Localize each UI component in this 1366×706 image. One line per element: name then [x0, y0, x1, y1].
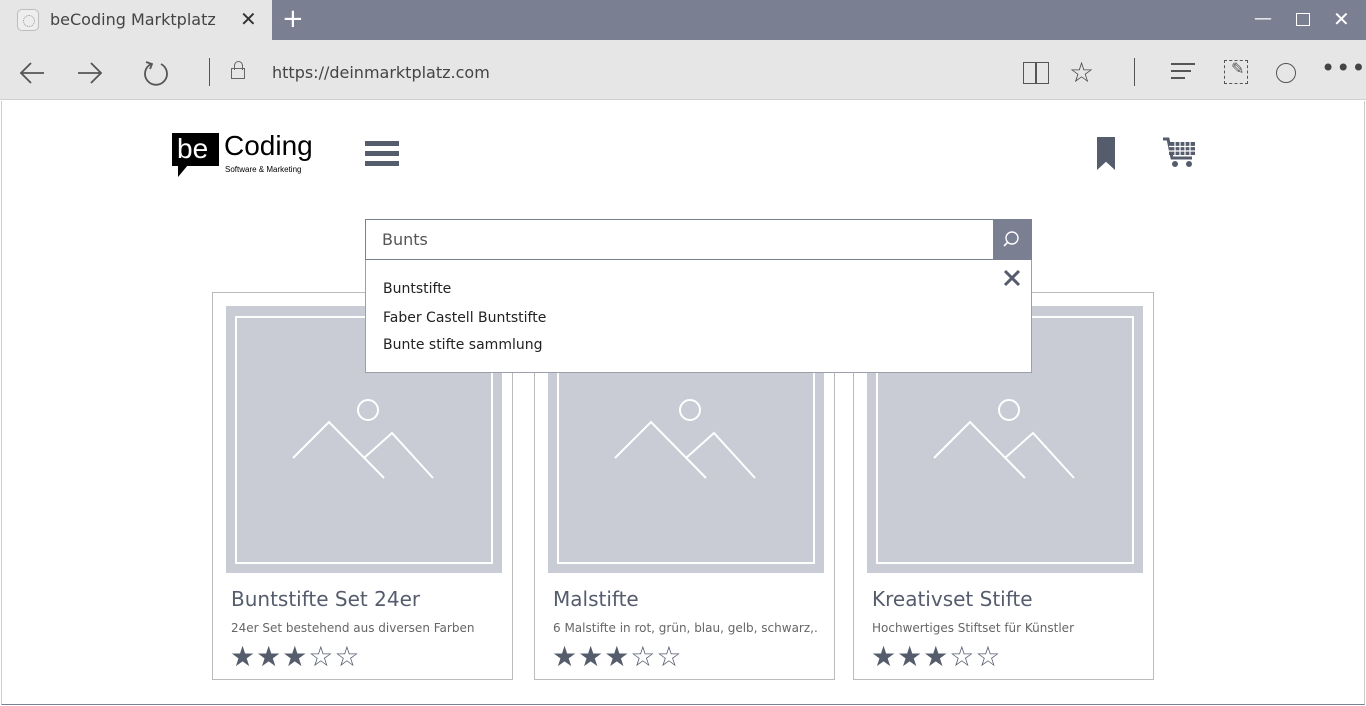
lock-icon [231, 61, 245, 79]
suggestion-item[interactable]: Bunte stifte sammlung [383, 337, 542, 353]
close-suggestions-icon[interactable] [1002, 268, 1022, 288]
browser-titlebar: beCoding Marktplatz ✕ + — ✕ [0, 0, 1366, 40]
browser-navbar: https://deinmarktplatz.com ☆ ••• [0, 40, 1366, 100]
browser-tab[interactable]: beCoding Marktplatz ✕ [0, 0, 272, 40]
suggestion-item[interactable]: Buntstifte [383, 281, 451, 297]
favicon-icon [17, 9, 39, 31]
window-minimize-button[interactable]: — [1254, 8, 1272, 30]
product-title[interactable]: Malstifte [553, 587, 639, 611]
product-description: 6 Malstifte in rot, grün, blau, gelb, sc… [553, 621, 818, 635]
rating-stars: ★★★☆☆ [552, 640, 683, 673]
product-description: 24er Set bestehend aus diversen Farben [231, 621, 475, 635]
separator [1134, 58, 1135, 86]
reading-view-icon[interactable] [1023, 62, 1049, 84]
rating-stars: ★★★☆☆ [230, 640, 361, 673]
forward-arrow-icon[interactable] [76, 60, 104, 91]
image-placeholder-icon [292, 399, 434, 479]
search-input[interactable] [366, 220, 993, 259]
more-options-icon[interactable]: ••• [1321, 54, 1366, 82]
product-description: Hochwertiges Stiftset für Künstler [872, 621, 1075, 635]
search-box [365, 219, 1032, 260]
back-arrow-icon[interactable] [18, 60, 46, 91]
image-placeholder-icon [614, 399, 756, 479]
hamburger-menu-icon[interactable] [365, 141, 399, 171]
logo-speech-tail [178, 165, 188, 177]
new-tab-button[interactable]: + [282, 6, 304, 32]
hub-icon[interactable] [1171, 63, 1195, 79]
tab-close-icon[interactable]: ✕ [240, 8, 257, 30]
shopping-cart-icon[interactable] [1163, 136, 1197, 170]
search-suggestions: Buntstifte Faber Castell Buntstifte Bunt… [365, 260, 1032, 373]
window-close-button[interactable]: ✕ [1333, 8, 1350, 30]
logo-subtitle: Software & Marketing [225, 165, 302, 174]
logo-coding: Coding [224, 130, 313, 161]
window-maximize-button[interactable] [1296, 13, 1310, 26]
logo-be: be [172, 133, 219, 166]
share-icon[interactable] [1273, 58, 1299, 84]
favorite-star-icon[interactable]: ☆ [1069, 56, 1094, 89]
reload-icon[interactable] [142, 59, 170, 92]
suggestion-item[interactable]: Faber Castell Buntstifte [383, 310, 546, 326]
web-note-icon[interactable] [1224, 59, 1248, 84]
search-icon [1003, 231, 1019, 247]
separator [209, 58, 210, 86]
image-placeholder-icon [933, 399, 1075, 479]
search-button[interactable] [993, 220, 1032, 259]
product-title[interactable]: Buntstifte Set 24er [231, 587, 420, 611]
rating-stars: ★★★☆☆ [871, 640, 1002, 673]
address-bar[interactable]: https://deinmarktplatz.com [272, 63, 490, 82]
tab-title: beCoding Marktplatz [50, 10, 216, 29]
product-title[interactable]: Kreativset Stifte [872, 587, 1033, 611]
